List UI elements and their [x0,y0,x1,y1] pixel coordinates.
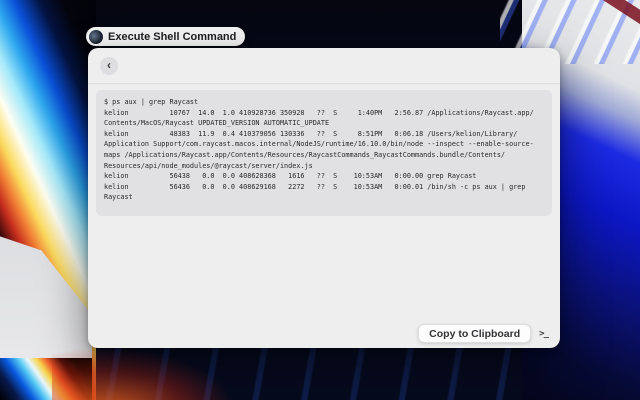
copy-to-clipboard-button[interactable]: Copy to Clipboard [418,324,531,343]
command-title-label: Execute Shell Command [108,31,236,43]
command-title-pill: Execute Shell Command [86,27,245,46]
back-button[interactable]: ‹ [100,57,118,75]
shell-command-icon [89,30,103,44]
wallpaper-rainbow-ribbon [0,0,96,400]
wallpaper-top-right-red-sliver [584,0,640,26]
desktop: Execute Shell Command ‹ $ ps aux | grep … [0,0,640,400]
wallpaper-bottom-streaks [92,348,530,400]
window-header: ‹ [88,48,560,84]
execute-shell-command-window: ‹ $ ps aux | grep Raycast kelion 10767 1… [88,48,560,348]
wallpaper-bottom-left-ribbon [0,358,92,400]
shell-output-text: $ ps aux | grep Raycast kelion 10767 14.… [104,97,544,203]
wallpaper-orange-glow [52,348,232,400]
terminal-prompt-icon[interactable]: >_ [539,329,548,339]
window-footer: Copy to Clipboard >_ [418,324,548,343]
wallpaper-gray-swath [0,228,92,368]
chevron-left-icon: ‹ [107,59,111,71]
shell-output-panel: $ ps aux | grep Raycast kelion 10767 14.… [96,90,552,216]
